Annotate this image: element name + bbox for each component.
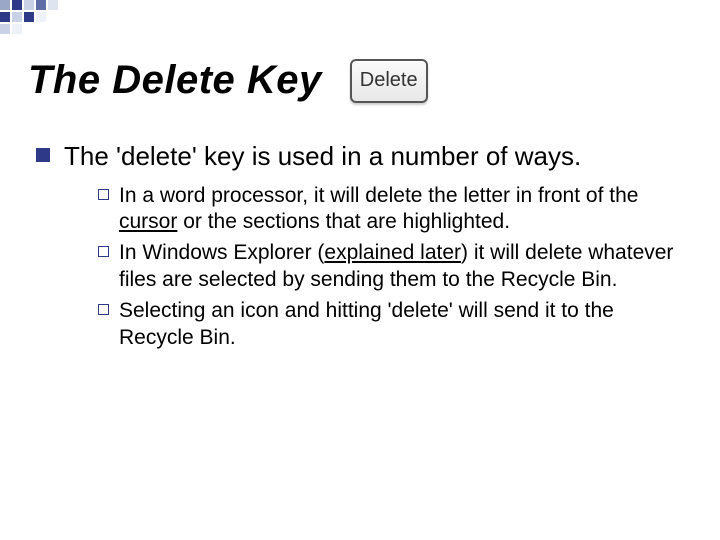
sub-list: In a word processor, it will delete the … <box>98 183 684 352</box>
sub-item-text: Selecting an icon and hitting 'delete' w… <box>119 298 684 352</box>
hollow-square-bullet-icon <box>98 246 109 257</box>
title-row: The Delete Key Delete <box>28 58 428 103</box>
list-item: In a word processor, it will delete the … <box>98 183 684 237</box>
content-area: The 'delete' key is used in a number of … <box>36 140 684 356</box>
sub-item-text: In a word processor, it will delete the … <box>119 183 684 237</box>
list-item: The 'delete' key is used in a number of … <box>36 140 684 173</box>
list-item: In Windows Explorer (explained later) it… <box>98 240 684 294</box>
underlined-term: explained later <box>324 241 461 264</box>
hollow-square-bullet-icon <box>98 304 109 315</box>
intro-text: The 'delete' key is used in a number of … <box>64 140 581 173</box>
corner-decoration <box>0 0 140 36</box>
delete-keycap-icon: Delete <box>350 59 428 103</box>
list-item: Selecting an icon and hitting 'delete' w… <box>98 298 684 352</box>
underlined-term: cursor <box>119 210 177 233</box>
sub-item-text: In Windows Explorer (explained later) it… <box>119 240 684 294</box>
keycap-label: Delete <box>360 69 418 92</box>
hollow-square-bullet-icon <box>98 189 109 200</box>
square-bullet-icon <box>36 148 50 162</box>
slide-title: The Delete Key <box>28 58 322 103</box>
